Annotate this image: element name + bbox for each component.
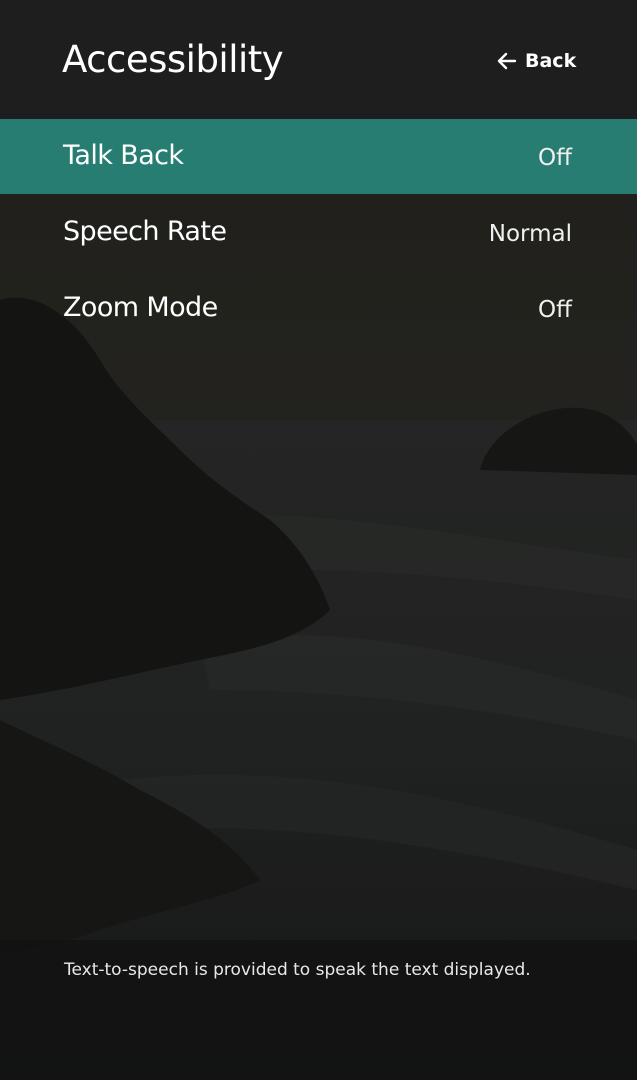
menu-item-value: Off (538, 145, 572, 171)
footer-note: Text-to-speech is provided to speak the … (64, 960, 531, 980)
menu-item-value: Normal (488, 221, 572, 247)
menu-item-label: Zoom Mode (63, 292, 218, 323)
page-title: Accessibility (62, 38, 284, 81)
menu-item-zoom-mode[interactable]: Zoom Mode Off (0, 271, 637, 346)
menu-item-label: Speech Rate (63, 216, 227, 247)
arrow-left-icon (496, 50, 518, 72)
menu-item-talk-back[interactable]: Talk Back Off (0, 119, 637, 194)
menu-item-value: Off (538, 297, 572, 323)
settings-menu: Talk Back Off Speech Rate Normal Zoom Mo… (0, 119, 637, 347)
header-bar: Accessibility Back (0, 0, 637, 119)
back-button-label: Back (525, 50, 577, 72)
back-button[interactable]: Back (496, 47, 576, 75)
menu-item-label: Talk Back (63, 140, 184, 171)
menu-item-speech-rate[interactable]: Speech Rate Normal (0, 195, 637, 270)
